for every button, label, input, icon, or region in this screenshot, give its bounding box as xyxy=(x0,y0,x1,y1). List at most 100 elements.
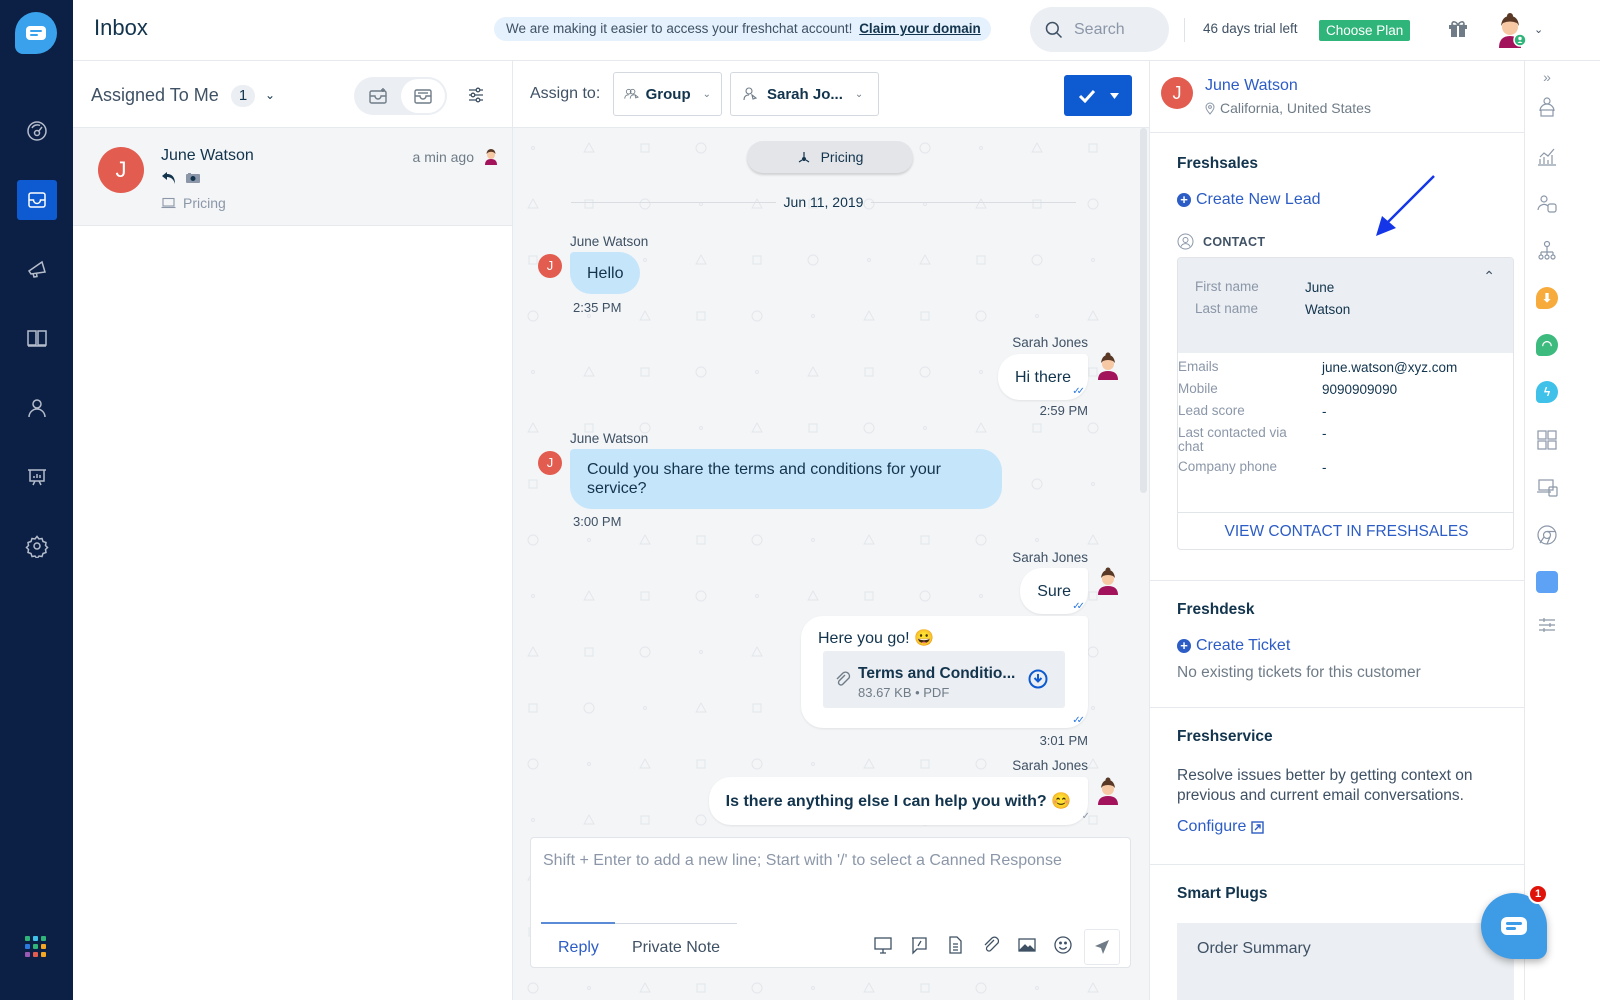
resolve-button[interactable] xyxy=(1064,75,1132,116)
rail-widgets[interactable] xyxy=(1534,427,1560,453)
search-box[interactable]: Search xyxy=(1030,7,1169,52)
rail-device[interactable] xyxy=(1534,474,1560,500)
app-grid-dot xyxy=(33,944,38,949)
field-key: Lead score xyxy=(1178,403,1245,418)
chevron-down-icon[interactable]: ⌄ xyxy=(265,88,275,102)
pattern-shape xyxy=(583,589,595,601)
date-separator: Jun 11, 2019 xyxy=(571,192,1076,212)
field-key: Last contacted via chat xyxy=(1178,425,1287,454)
view-filter[interactable]: Assigned To Me xyxy=(91,85,219,106)
document-icon[interactable] xyxy=(945,935,965,955)
file-attachment[interactable]: Terms and Conditio... 83.67 KB • PDF xyxy=(823,651,1065,708)
message-sender: Sarah Jones xyxy=(1012,758,1088,773)
app-grid-dot xyxy=(41,944,46,949)
pattern-shape xyxy=(527,982,539,994)
create-lead-link[interactable]: + Create New Lead xyxy=(1177,191,1321,209)
screen-share-icon[interactable] xyxy=(873,935,893,955)
claim-domain-link[interactable]: Claim your domain xyxy=(859,21,981,36)
attachment-icon[interactable] xyxy=(981,935,1001,955)
pattern-shape xyxy=(1035,314,1039,318)
image-icon[interactable] xyxy=(1017,935,1037,955)
pattern-shape xyxy=(755,594,759,598)
pattern-shape xyxy=(1088,815,1098,825)
plus-circle-icon: + xyxy=(1177,193,1191,207)
rail-freshmarketer[interactable]: ⬇ xyxy=(1534,285,1560,311)
pattern-shape xyxy=(975,534,987,546)
rail-analytics[interactable] xyxy=(1534,143,1560,169)
widgets-icon xyxy=(1537,430,1557,450)
pattern-shape xyxy=(639,533,651,545)
topic-icon xyxy=(798,152,809,163)
message-bubble: Here you go! 😀 Terms and Conditio... 83.… xyxy=(801,616,1088,728)
group-dropdown[interactable]: Group ⌄ xyxy=(613,72,722,116)
reply-arrow-icon xyxy=(162,172,175,184)
topic-label: Pricing xyxy=(183,195,226,211)
rail-freshworks[interactable] xyxy=(1534,569,1560,595)
pattern-shape xyxy=(1087,981,1099,993)
chat-scrollbar[interactable] xyxy=(1140,128,1147,493)
nav-faq[interactable] xyxy=(17,318,57,358)
caret-down-icon[interactable] xyxy=(1109,92,1119,99)
toggle-option-new[interactable] xyxy=(356,79,400,113)
rail-freshservice[interactable]: ϟ xyxy=(1534,379,1560,405)
pattern-shape xyxy=(640,143,650,153)
agent-value: Sarah Jo... xyxy=(767,85,843,103)
user-avatar[interactable] xyxy=(1493,12,1527,48)
nav-settings[interactable] xyxy=(17,526,57,566)
field-value: - xyxy=(1322,404,1327,419)
expand-chevron-icon[interactable]: » xyxy=(1534,64,1560,90)
create-ticket-link[interactable]: + Create Ticket xyxy=(1177,637,1290,655)
pattern-shape xyxy=(863,981,875,993)
choose-plan-button[interactable]: Choose Plan xyxy=(1319,20,1411,41)
emoji-icon[interactable] xyxy=(1053,935,1073,955)
canned-response-icon[interactable] xyxy=(909,935,929,955)
nav-reports[interactable] xyxy=(17,457,57,497)
app-root: Inbox We are making it easier to access … xyxy=(0,0,1600,1000)
message-input[interactable] xyxy=(543,852,1118,912)
nav-campaigns[interactable] xyxy=(17,249,57,289)
pattern-shape xyxy=(751,758,763,770)
rail-customer[interactable] xyxy=(1534,94,1560,120)
nav-contacts[interactable] xyxy=(17,388,57,428)
toggle-option-inbox[interactable] xyxy=(401,79,445,113)
chat-thread: Pricing Jun 11, 2019 June Watson J Hello… xyxy=(513,128,1149,1000)
message-sender: June Watson xyxy=(570,431,649,446)
freshmarketer-icon: ⬇ xyxy=(1536,287,1558,309)
send-button[interactable] xyxy=(1084,929,1120,965)
rail-org[interactable] xyxy=(1534,238,1560,264)
nav-dashboard[interactable] xyxy=(17,111,57,151)
view-contact-button[interactable]: VIEW CONTACT IN FRESHSALES xyxy=(1178,512,1513,549)
tab-reply[interactable]: Reply xyxy=(558,939,599,957)
view-toggle[interactable] xyxy=(354,77,447,115)
rail-freshdesk[interactable]: ◠ xyxy=(1534,332,1560,358)
pattern-shape xyxy=(919,253,931,265)
rail-settings[interactable] xyxy=(1534,612,1560,638)
collapse-chevron-icon[interactable]: ⌃ xyxy=(1483,268,1495,285)
filter-sliders-icon[interactable] xyxy=(466,85,486,105)
rail-contact-card[interactable] xyxy=(1534,191,1560,217)
field-value: June xyxy=(1305,280,1335,295)
conversation-item[interactable]: J June Watson a min ago Pricing xyxy=(73,128,512,226)
agent-avatar xyxy=(1098,352,1118,380)
message-sender: Sarah Jones xyxy=(1012,335,1088,350)
pattern-shape xyxy=(1091,482,1095,486)
pattern-shape xyxy=(808,423,818,433)
chevron-down-icon[interactable]: ⌄ xyxy=(1534,23,1543,36)
order-summary-plug[interactable]: Order Summary xyxy=(1177,923,1514,1000)
pattern-shape xyxy=(696,983,706,993)
configure-link[interactable]: Configure xyxy=(1177,818,1265,836)
download-icon[interactable] xyxy=(1028,669,1048,689)
avatar: J xyxy=(538,254,562,278)
rail-browser[interactable] xyxy=(1534,522,1560,548)
app-switcher[interactable] xyxy=(25,936,46,957)
tab-private-note[interactable]: Private Note xyxy=(632,939,720,957)
agent-dropdown[interactable]: Sarah Jo... ⌄ xyxy=(730,72,879,116)
customer-name[interactable]: June Watson xyxy=(1205,77,1298,95)
pattern-shape xyxy=(1087,533,1099,545)
gift-icon[interactable] xyxy=(1446,16,1470,40)
nav-inbox[interactable] xyxy=(17,180,57,220)
freshchat-logo[interactable] xyxy=(15,12,57,54)
pattern-shape xyxy=(751,534,763,546)
message-time: 3:01 PM xyxy=(1039,733,1088,748)
pattern-shape xyxy=(811,538,815,542)
